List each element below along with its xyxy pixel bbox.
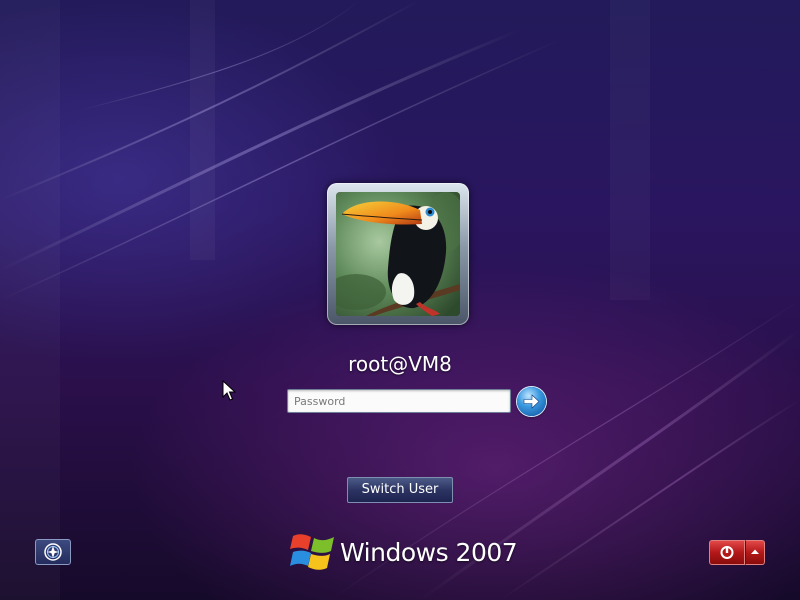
ease-of-access-button[interactable] <box>35 539 71 565</box>
username-label: root@VM8 <box>348 352 452 376</box>
windows-logo-icon <box>290 534 334 570</box>
mouse-cursor-icon <box>222 380 236 401</box>
submit-button[interactable] <box>517 387 546 416</box>
power-button[interactable] <box>709 540 745 565</box>
power-options-button[interactable] <box>745 540 765 565</box>
triangle-up-icon <box>751 549 759 554</box>
product-name: Windows 2007 <box>340 538 518 567</box>
ease-of-access-icon <box>44 543 62 561</box>
toucan-picture <box>336 192 460 316</box>
switch-user-button[interactable]: Switch User <box>347 477 453 503</box>
user-tile[interactable] <box>327 183 469 325</box>
arrow-right-icon <box>523 394 540 409</box>
password-input[interactable] <box>287 389 511 413</box>
power-icon <box>720 546 734 559</box>
windows-branding: Windows 2007 <box>290 530 520 574</box>
user-picture <box>336 192 460 316</box>
